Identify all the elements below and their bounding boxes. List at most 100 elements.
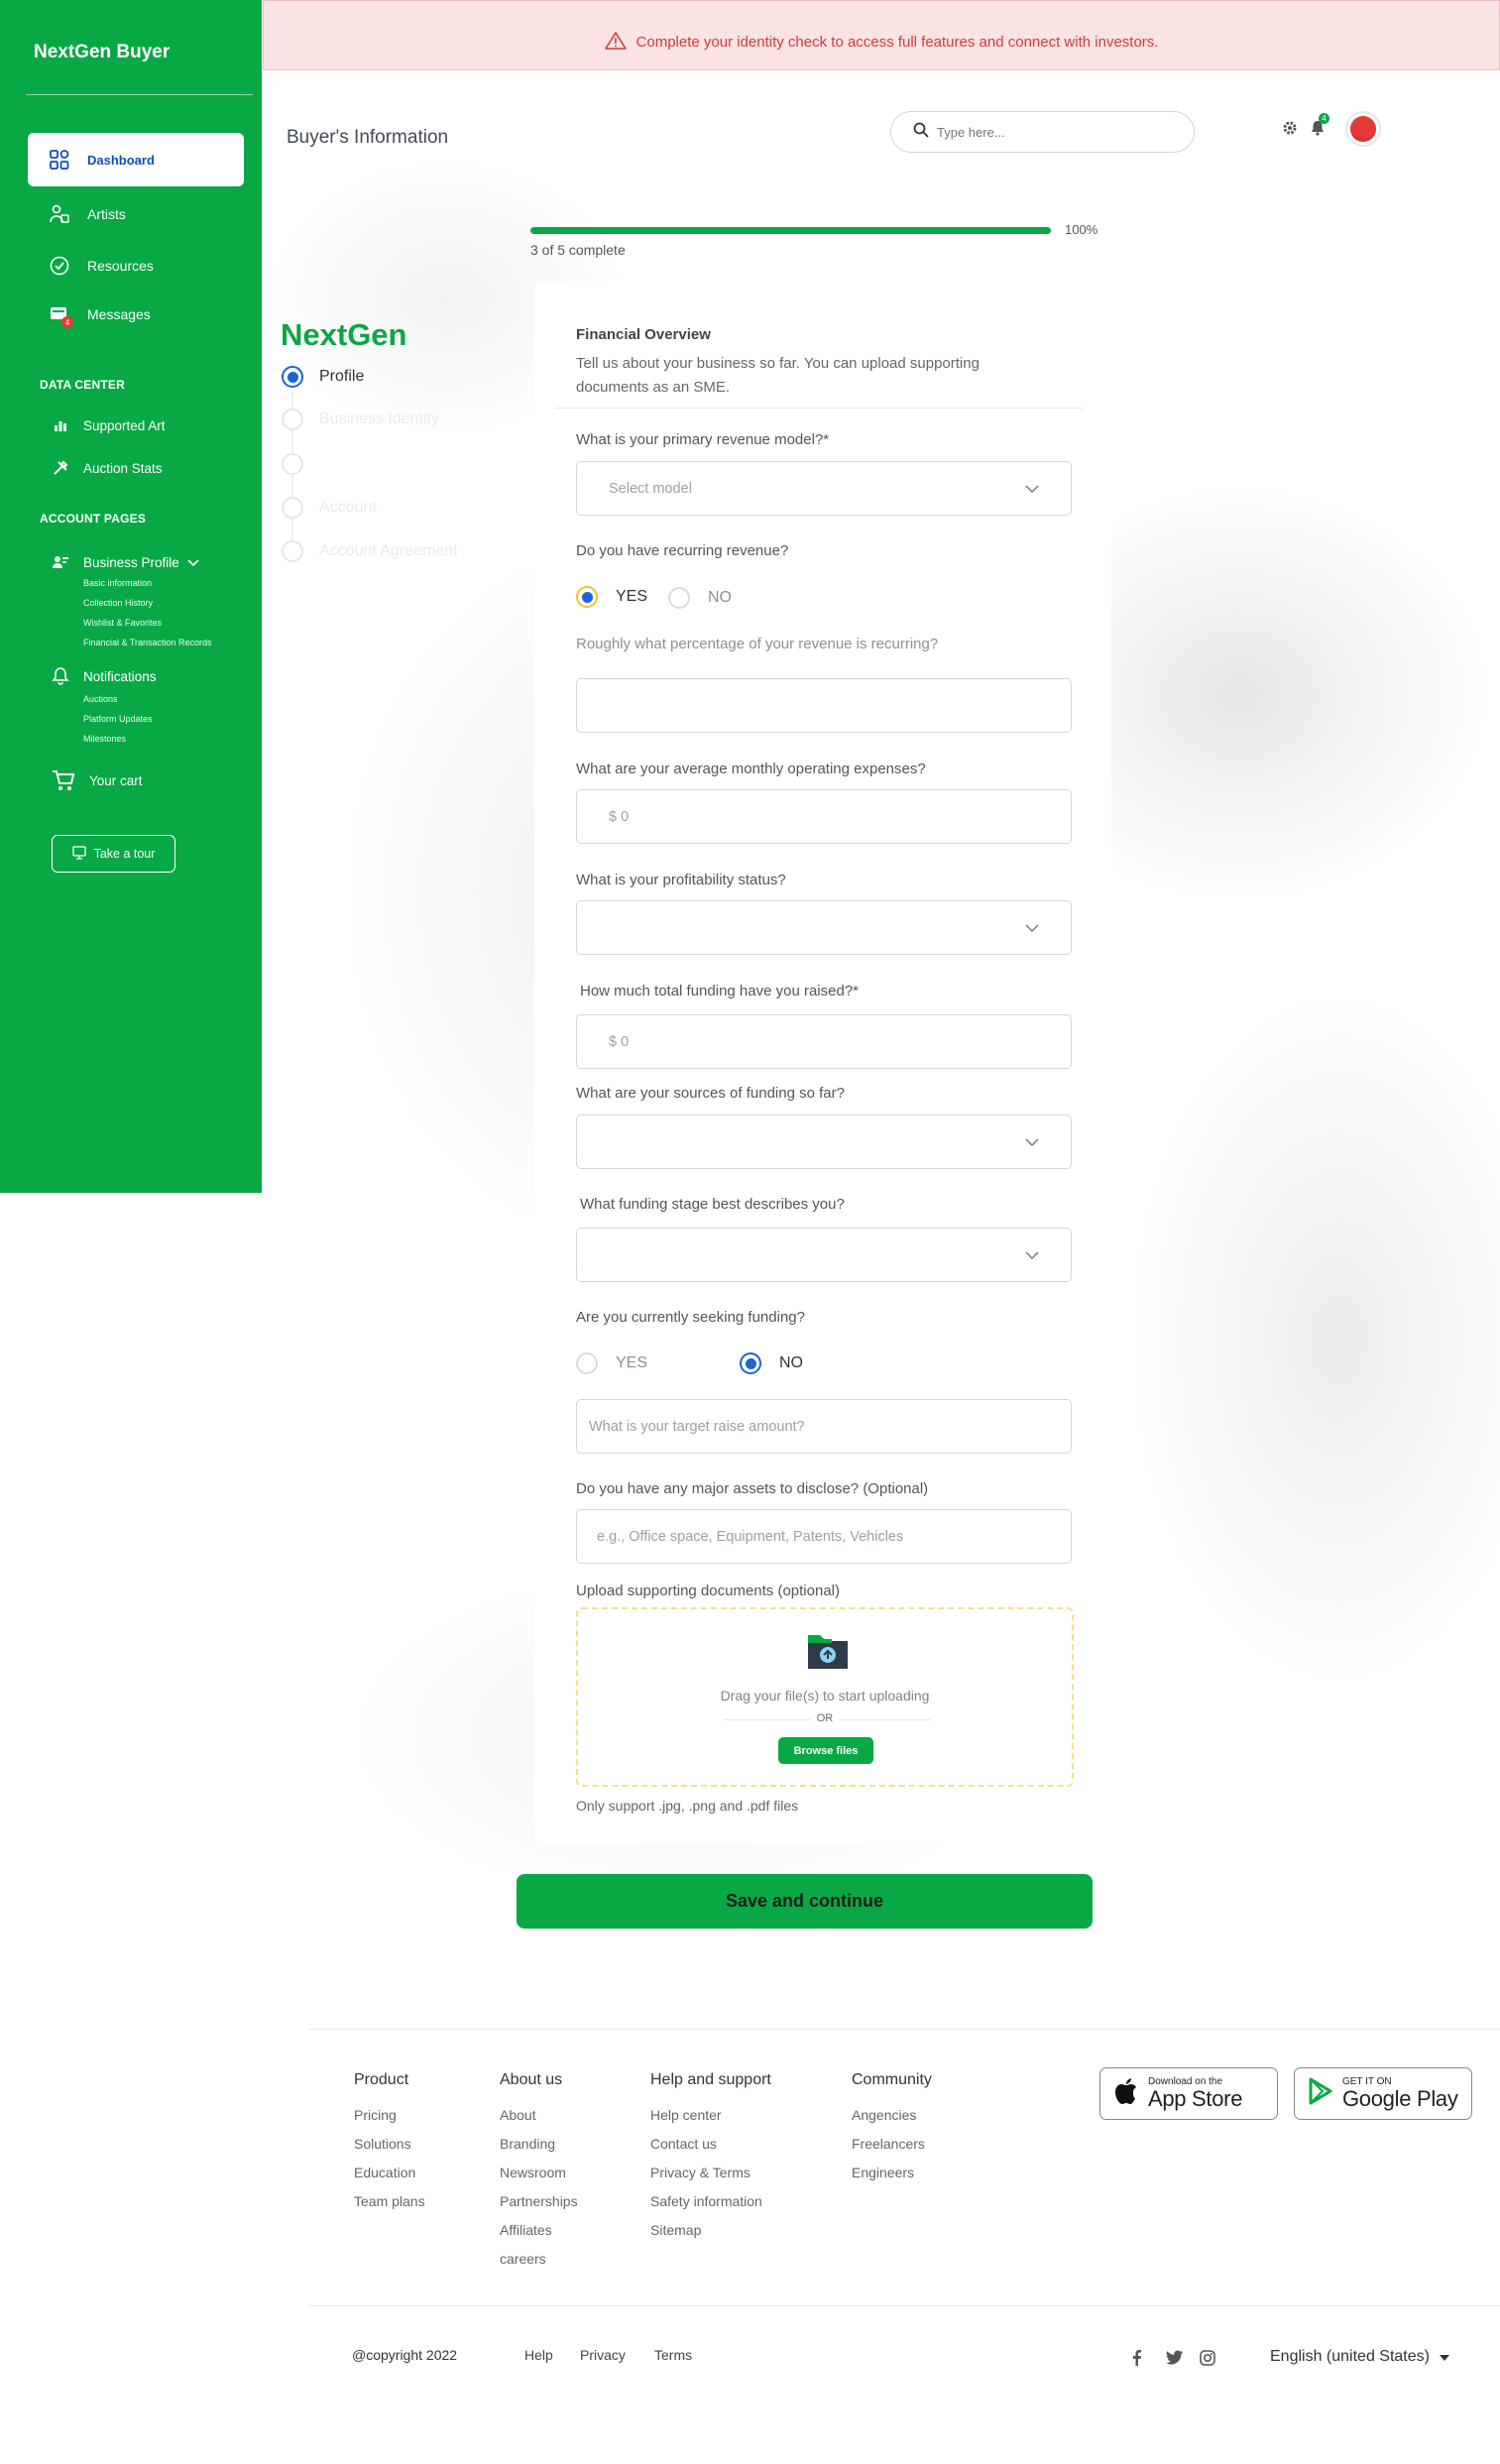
footer-col-title: Help and support: [650, 2071, 771, 2088]
submenu-platform-updates[interactable]: Platform Updates: [83, 714, 153, 724]
seeking-yes-radio[interactable]: YES: [576, 1352, 647, 1374]
app-store-button[interactable]: Download on the App Store: [1099, 2067, 1278, 2120]
sidebar-item-supported-art[interactable]: Supported Art: [50, 414, 166, 436]
sidebar-item-label: Auction Stats: [83, 460, 163, 476]
step-label: Business Identity: [319, 411, 439, 427]
sidebar-item-resources[interactable]: Resources: [28, 239, 244, 293]
apple-icon: [1114, 2077, 1138, 2110]
step-account-agreement[interactable]: Account Agreement: [282, 540, 458, 562]
sidebar-item-business-profile[interactable]: Business Profile: [50, 551, 199, 573]
instagram-icon[interactable]: [1200, 2350, 1215, 2371]
footer-link[interactable]: Sitemap: [650, 2216, 771, 2245]
sidebar-item-messages[interactable]: 4 Messages: [28, 288, 244, 341]
data-center-title: DATA CENTER: [40, 378, 125, 392]
radio-indicator: [740, 1352, 761, 1374]
footer-link[interactable]: Education: [354, 2159, 425, 2187]
profile-icon: [50, 551, 71, 573]
question-revenue-model: What is your primary revenue model?*: [576, 431, 830, 448]
step-business-identity[interactable]: Business Identity: [282, 409, 439, 430]
recurring-pct-input[interactable]: [576, 678, 1072, 733]
footer-link[interactable]: Engineers: [852, 2159, 932, 2187]
step-label: Profile: [319, 368, 365, 385]
bell-icon: [50, 665, 71, 687]
footer-col-title: Community: [852, 2071, 932, 2088]
alert-message: Complete your identity check to access f…: [635, 34, 1159, 51]
file-dropzone[interactable]: Drag your file(s) to start uploading OR …: [576, 1607, 1074, 1787]
footer-link[interactable]: About: [500, 2101, 578, 2130]
step-account[interactable]: Account: [282, 497, 377, 519]
footer-link[interactable]: Help center: [650, 2101, 771, 2130]
chevron-down-icon: [1025, 1248, 1039, 1262]
recurring-yes-radio[interactable]: YES: [576, 586, 647, 608]
funding-raised-input[interactable]: $ 0: [576, 1014, 1072, 1069]
language-select[interactable]: English (united States): [1270, 2348, 1449, 2366]
step-profile[interactable]: Profile: [282, 366, 364, 388]
submenu-wishlist[interactable]: Wishlist & Favorites: [83, 618, 162, 628]
footer-link[interactable]: Pricing: [354, 2101, 425, 2130]
sidebar-item-cart[interactable]: Your cart: [50, 766, 143, 794]
tour-icon: [71, 845, 86, 863]
recurring-no-radio[interactable]: NO: [668, 587, 732, 609]
avatar[interactable]: [1345, 111, 1381, 147]
footer-col-about: About us About Branding Newsroom Partner…: [500, 2071, 578, 2274]
take-a-tour-button[interactable]: Take a tour: [52, 835, 175, 873]
submenu-financial-records[interactable]: Financial & Transaction Records: [83, 638, 212, 647]
sidebar-item-artists[interactable]: Artists: [28, 187, 244, 241]
footer-link[interactable]: Partnerships: [500, 2187, 578, 2216]
footer-link[interactable]: Team plans: [354, 2187, 425, 2216]
profitability-select[interactable]: [576, 900, 1072, 955]
footer-link[interactable]: Freelancers: [852, 2130, 932, 2159]
browse-files-button[interactable]: Browse files: [778, 1737, 873, 1764]
save-and-continue-button[interactable]: Save and continue: [517, 1874, 1093, 1929]
twitter-icon[interactable]: [1166, 2350, 1184, 2370]
opex-input[interactable]: $ 0: [576, 789, 1072, 844]
sidebar-divider: [26, 94, 253, 95]
sidebar-item-notifications[interactable]: Notifications: [50, 665, 157, 687]
gear-icon[interactable]: [1282, 120, 1298, 136]
bell-icon[interactable]: 4: [1309, 113, 1329, 137]
search-input[interactable]: [937, 124, 1165, 140]
store-big-text: Google Play: [1342, 2086, 1458, 2111]
footer-link[interactable]: Contact us: [650, 2130, 771, 2159]
footer-col-help: Help and support Help center Contact us …: [650, 2071, 771, 2245]
footer-link[interactable]: Affiliates: [500, 2216, 578, 2245]
footer-link[interactable]: Newsroom: [500, 2159, 578, 2187]
identity-alert-banner: Complete your identity check to access f…: [263, 0, 1500, 70]
step-indicator: [282, 453, 303, 475]
funding-sources-select[interactable]: [576, 1115, 1072, 1169]
target-raise-input[interactable]: What is your target raise amount?: [576, 1399, 1072, 1454]
footer-terms-link[interactable]: Terms: [654, 2347, 692, 2363]
assets-input[interactable]: e.g., Office space, Equipment, Patents, …: [576, 1509, 1072, 1564]
select-value: Select model: [609, 480, 692, 497]
sidebar-item-dashboard[interactable]: Dashboard: [28, 133, 244, 186]
cart-icon: [50, 766, 77, 794]
revenue-model-select[interactable]: Select model: [576, 461, 1072, 516]
tools-icon: [50, 457, 71, 479]
footer-privacy-link[interactable]: Privacy: [580, 2347, 626, 2363]
footer-link[interactable]: Branding: [500, 2130, 578, 2159]
submenu-collection-history[interactable]: Collection History: [83, 598, 153, 608]
google-play-button[interactable]: GET IT ON Google Play: [1294, 2067, 1472, 2120]
folder-upload-icon: [806, 1631, 850, 1678]
account-pages-title: ACCOUNT PAGES: [40, 512, 147, 526]
sidebar-item-auction-stats[interactable]: Auction Stats: [50, 457, 163, 479]
footer-link[interactable]: careers: [500, 2245, 578, 2274]
submenu-auctions[interactable]: Auctions: [83, 694, 118, 704]
facebook-icon[interactable]: [1132, 2350, 1142, 2371]
warning-icon: [604, 31, 627, 55]
footer-link[interactable]: Angencies: [852, 2101, 932, 2130]
footer-bottom-divider: [309, 2305, 1500, 2306]
footer-link[interactable]: Safety information: [650, 2187, 771, 2216]
submenu-basic-information[interactable]: Basic information: [83, 578, 152, 588]
footer-help-link[interactable]: Help: [524, 2347, 553, 2363]
funding-stage-select[interactable]: [576, 1228, 1072, 1282]
question-seeking-funding: Are you currently seeking funding?: [576, 1309, 805, 1326]
sidebar-item-label: Resources: [87, 258, 154, 274]
step-blank[interactable]: [282, 453, 319, 475]
footer-link[interactable]: Privacy & Terms: [650, 2159, 771, 2187]
sidebar-item-label: Dashboard: [87, 152, 155, 168]
seeking-no-radio[interactable]: NO: [740, 1352, 803, 1374]
submenu-milestones[interactable]: Milestones: [83, 734, 126, 744]
search-bar[interactable]: [890, 111, 1195, 153]
footer-link[interactable]: Solutions: [354, 2130, 425, 2159]
